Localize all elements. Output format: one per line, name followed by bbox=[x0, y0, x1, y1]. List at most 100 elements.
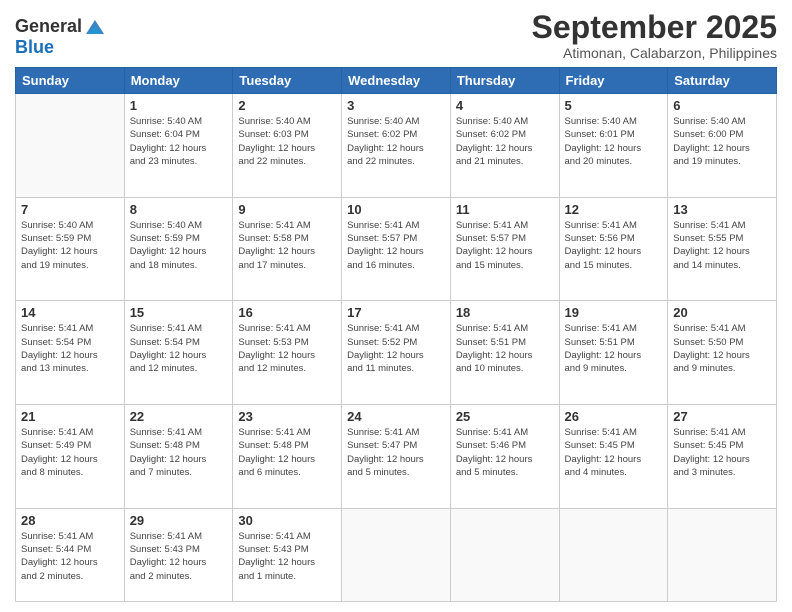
calendar-cell: 15Sunrise: 5:41 AM Sunset: 5:54 PM Dayli… bbox=[124, 301, 233, 405]
day-info: Sunrise: 5:41 AM Sunset: 5:46 PM Dayligh… bbox=[456, 426, 554, 479]
day-number: 7 bbox=[21, 202, 119, 217]
calendar-header-cell: Wednesday bbox=[342, 68, 451, 94]
calendar-cell: 20 Sunrise: 5:41 AM Sunset: 5:50 PM Dayli… bbox=[668, 301, 777, 405]
calendar-cell: 24 Sunrise: 5:41 AM Sunset: 5:47 PM Dayli… bbox=[342, 405, 451, 509]
calendar-cell: 6 Sunrise: 5:40 AM Sunset: 6:00 PM Daylig… bbox=[668, 94, 777, 198]
day-info: Sunrise: 5:41 AM Sunset: 5:57 PM Dayligh… bbox=[347, 219, 445, 272]
calendar-header-cell: Monday bbox=[124, 68, 233, 94]
calendar-cell: 4 Sunrise: 5:40 AM Sunset: 6:02 PM Daylig… bbox=[450, 94, 559, 198]
day-info: Sunrise: 5:40 AM Sunset: 5:59 PM Dayligh… bbox=[21, 219, 119, 272]
calendar-cell: 2Sunrise: 5:40 AM Sunset: 6:03 PM Daylig… bbox=[233, 94, 342, 198]
day-number: 22 bbox=[130, 409, 228, 424]
day-info: Sunrise: 5:41 AM Sunset: 5:49 PM Dayligh… bbox=[21, 426, 119, 479]
day-info: Sunrise: 5:40 AM Sunset: 6:02 PM Dayligh… bbox=[347, 115, 445, 168]
day-info: Sunrise: 5:41 AM Sunset: 5:55 PM Dayligh… bbox=[673, 219, 771, 272]
day-number: 4 bbox=[456, 98, 554, 113]
calendar-cell: 16 Sunrise: 5:41 AM Sunset: 5:53 PM Dayli… bbox=[233, 301, 342, 405]
day-number: 15 bbox=[130, 305, 228, 320]
day-number: 8 bbox=[130, 202, 228, 217]
calendar-cell: 9 Sunrise: 5:41 AM Sunset: 5:58 PM Daylig… bbox=[233, 197, 342, 301]
calendar-cell: 25 Sunrise: 5:41 AM Sunset: 5:46 PM Dayli… bbox=[450, 405, 559, 509]
calendar-cell: 28 Sunrise: 5:41 AM Sunset: 5:44 PM Dayli… bbox=[16, 508, 125, 601]
calendar-cell: 8Sunrise: 5:40 AM Sunset: 5:59 PM Daylig… bbox=[124, 197, 233, 301]
calendar-cell: 13 Sunrise: 5:41 AM Sunset: 5:55 PM Dayli… bbox=[668, 197, 777, 301]
day-number: 1 bbox=[130, 98, 228, 113]
calendar-header-row: SundayMondayTuesdayWednesdayThursdayFrid… bbox=[16, 68, 777, 94]
day-number: 6 bbox=[673, 98, 771, 113]
day-number: 12 bbox=[565, 202, 663, 217]
calendar-cell: 18 Sunrise: 5:41 AM Sunset: 5:51 PM Dayli… bbox=[450, 301, 559, 405]
week-row: 14Sunrise: 5:41 AM Sunset: 5:54 PM Dayli… bbox=[16, 301, 777, 405]
calendar-cell: 22 Sunrise: 5:41 AM Sunset: 5:48 PM Dayli… bbox=[124, 405, 233, 509]
logo-text: General Blue bbox=[15, 14, 106, 56]
day-number: 13 bbox=[673, 202, 771, 217]
day-number: 10 bbox=[347, 202, 445, 217]
day-number: 26 bbox=[565, 409, 663, 424]
calendar-header-cell: Friday bbox=[559, 68, 668, 94]
calendar-table: SundayMondayTuesdayWednesdayThursdayFrid… bbox=[15, 67, 777, 602]
day-number: 19 bbox=[565, 305, 663, 320]
day-number: 30 bbox=[238, 513, 336, 528]
calendar-cell: 12 Sunrise: 5:41 AM Sunset: 5:56 PM Dayli… bbox=[559, 197, 668, 301]
day-info: Sunrise: 5:41 AM Sunset: 5:44 PM Dayligh… bbox=[21, 530, 119, 583]
day-info: Sunrise: 5:40 AM Sunset: 6:04 PM Dayligh… bbox=[130, 115, 228, 168]
day-number: 16 bbox=[238, 305, 336, 320]
day-info: Sunrise: 5:41 AM Sunset: 5:48 PM Dayligh… bbox=[130, 426, 228, 479]
calendar-header-cell: Saturday bbox=[668, 68, 777, 94]
day-number: 28 bbox=[21, 513, 119, 528]
day-info: Sunrise: 5:41 AM Sunset: 5:45 PM Dayligh… bbox=[565, 426, 663, 479]
day-info: Sunrise: 5:41 AM Sunset: 5:57 PM Dayligh… bbox=[456, 219, 554, 272]
day-info: Sunrise: 5:40 AM Sunset: 6:01 PM Dayligh… bbox=[565, 115, 663, 168]
day-info: Sunrise: 5:41 AM Sunset: 5:47 PM Dayligh… bbox=[347, 426, 445, 479]
calendar-cell: 27 Sunrise: 5:41 AM Sunset: 5:45 PM Dayli… bbox=[668, 405, 777, 509]
day-number: 5 bbox=[565, 98, 663, 113]
day-info: Sunrise: 5:41 AM Sunset: 5:45 PM Dayligh… bbox=[673, 426, 771, 479]
calendar-cell: 3 Sunrise: 5:40 AM Sunset: 6:02 PM Daylig… bbox=[342, 94, 451, 198]
week-row: 28 Sunrise: 5:41 AM Sunset: 5:44 PM Dayli… bbox=[16, 508, 777, 601]
day-info: Sunrise: 5:40 AM Sunset: 6:02 PM Dayligh… bbox=[456, 115, 554, 168]
calendar-cell: 17 Sunrise: 5:41 AM Sunset: 5:52 PM Dayli… bbox=[342, 301, 451, 405]
day-info: Sunrise: 5:41 AM Sunset: 5:43 PM Dayligh… bbox=[238, 530, 336, 583]
calendar-cell bbox=[668, 508, 777, 601]
day-number: 25 bbox=[456, 409, 554, 424]
calendar-cell bbox=[450, 508, 559, 601]
calendar-cell: 11 Sunrise: 5:41 AM Sunset: 5:57 PM Dayli… bbox=[450, 197, 559, 301]
day-number: 24 bbox=[347, 409, 445, 424]
day-info: Sunrise: 5:41 AM Sunset: 5:53 PM Dayligh… bbox=[238, 322, 336, 375]
week-row: 1 Sunrise: 5:40 AM Sunset: 6:04 PM Daylig… bbox=[16, 94, 777, 198]
day-number: 9 bbox=[238, 202, 336, 217]
day-info: Sunrise: 5:41 AM Sunset: 5:56 PM Dayligh… bbox=[565, 219, 663, 272]
calendar-cell bbox=[342, 508, 451, 601]
page: General Blue September 2025 Atimonan, Ca… bbox=[0, 0, 792, 612]
day-number: 11 bbox=[456, 202, 554, 217]
day-info: Sunrise: 5:41 AM Sunset: 5:50 PM Dayligh… bbox=[673, 322, 771, 375]
day-number: 2 bbox=[238, 98, 336, 113]
calendar-cell: 21 Sunrise: 5:41 AM Sunset: 5:49 PM Dayli… bbox=[16, 405, 125, 509]
title-area: September 2025 Atimonan, Calabarzon, Phi… bbox=[532, 10, 777, 61]
day-number: 27 bbox=[673, 409, 771, 424]
day-number: 18 bbox=[456, 305, 554, 320]
day-number: 17 bbox=[347, 305, 445, 320]
day-number: 21 bbox=[21, 409, 119, 424]
logo-general: General bbox=[15, 17, 82, 35]
day-number: 29 bbox=[130, 513, 228, 528]
calendar-cell bbox=[16, 94, 125, 198]
day-info: Sunrise: 5:40 AM Sunset: 6:00 PM Dayligh… bbox=[673, 115, 771, 168]
location: Atimonan, Calabarzon, Philippines bbox=[532, 45, 777, 61]
day-number: 20 bbox=[673, 305, 771, 320]
calendar-cell: 26 Sunrise: 5:41 AM Sunset: 5:45 PM Dayli… bbox=[559, 405, 668, 509]
day-info: Sunrise: 5:41 AM Sunset: 5:51 PM Dayligh… bbox=[456, 322, 554, 375]
day-info: Sunrise: 5:41 AM Sunset: 5:52 PM Dayligh… bbox=[347, 322, 445, 375]
day-number: 3 bbox=[347, 98, 445, 113]
calendar-cell: 19 Sunrise: 5:41 AM Sunset: 5:51 PM Dayli… bbox=[559, 301, 668, 405]
month-title: September 2025 bbox=[532, 10, 777, 45]
day-info: Sunrise: 5:41 AM Sunset: 5:51 PM Dayligh… bbox=[565, 322, 663, 375]
calendar-cell: 14Sunrise: 5:41 AM Sunset: 5:54 PM Dayli… bbox=[16, 301, 125, 405]
calendar-header-cell: Tuesday bbox=[233, 68, 342, 94]
day-info: Sunrise: 5:41 AM Sunset: 5:58 PM Dayligh… bbox=[238, 219, 336, 272]
day-number: 23 bbox=[238, 409, 336, 424]
calendar-cell: 1 Sunrise: 5:40 AM Sunset: 6:04 PM Daylig… bbox=[124, 94, 233, 198]
day-info: Sunrise: 5:41 AM Sunset: 5:43 PM Dayligh… bbox=[130, 530, 228, 583]
logo-blue: Blue bbox=[15, 38, 106, 56]
calendar-cell: 23Sunrise: 5:41 AM Sunset: 5:48 PM Dayli… bbox=[233, 405, 342, 509]
